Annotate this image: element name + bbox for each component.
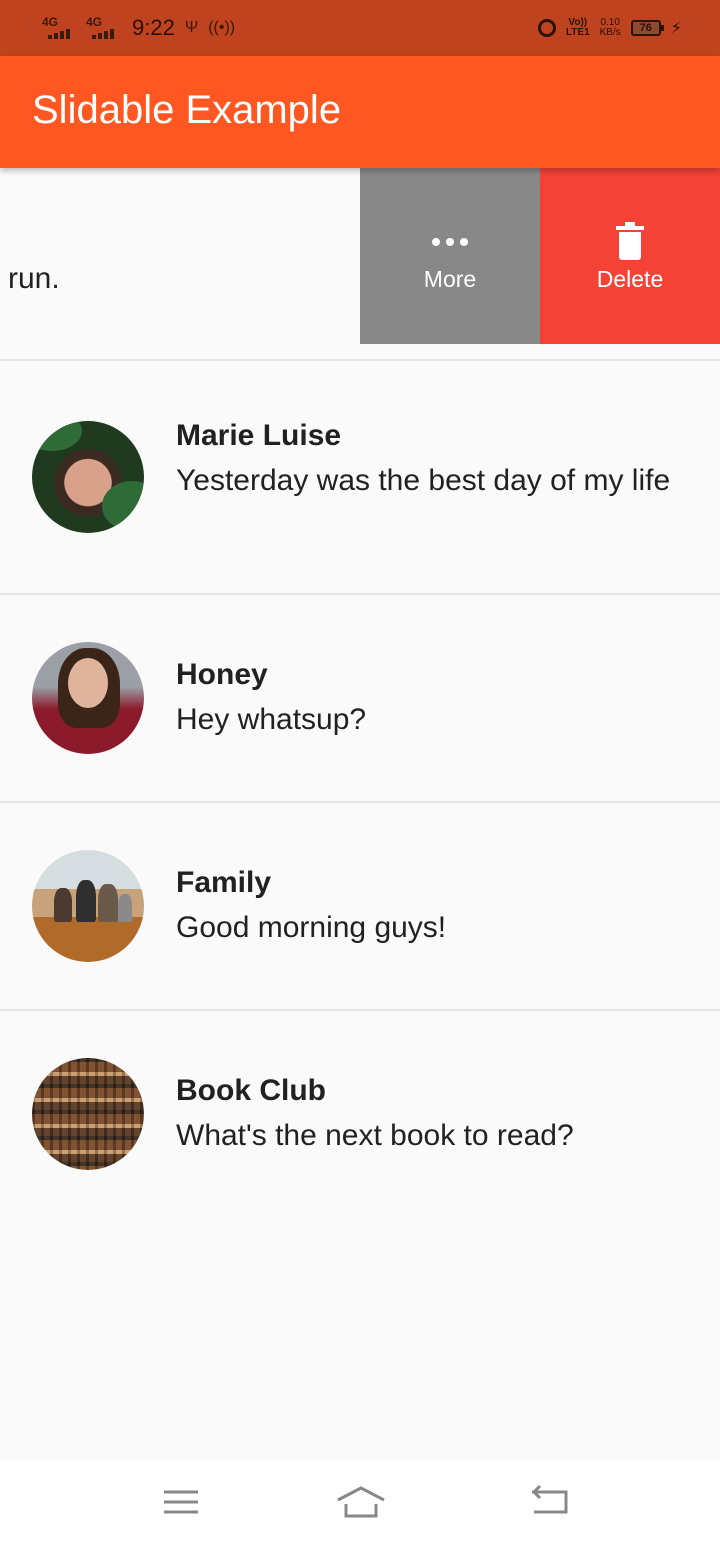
signal-2-label: 4G [86,15,103,29]
message-preview: Hey whatsup? [176,703,367,736]
contact-name: Book Club [176,1074,326,1107]
avatar-marie-luise [32,421,144,533]
home-icon[interactable] [336,1484,386,1520]
back-icon[interactable] [530,1484,570,1520]
more-horiz-icon [432,238,468,246]
list-item[interactable]: Book Club What's the next book to read? [0,1011,720,1217]
contact-name: Honey [176,658,268,691]
contact-name: Marie Luise [176,419,342,452]
status-bar: 4G 4G 9:22 Ψ ((•)) Vo)) LTE1 0.10 KB/s 7… [0,0,720,56]
delete-icon [616,222,644,260]
volte-line2: LTE1 [565,27,590,38]
signal-1-icon: 4G [40,15,74,41]
alarm-icon [537,19,556,37]
slidable-item-open[interactable]: run. More Delete [0,168,720,344]
app-bar: Slidable Example [0,56,720,168]
list-item[interactable]: Honey Hey whatsup? [0,595,720,801]
message-preview: Yesterday was the best day of my life [176,464,671,497]
battery-level: 76 [639,22,652,34]
list-item[interactable]: Marie Luise Yesterday was the best day o… [0,361,720,593]
avatar-book-club [32,1058,144,1170]
network-speed: 0.10 KB/s [600,18,621,38]
status-right: Vo)) LTE1 0.10 KB/s 76 ⚡ [537,14,682,42]
message-preview: What's the next book to read? [176,1119,574,1152]
avatar-honey [32,642,144,754]
usb-icon: Ψ [184,19,199,36]
more-action-label: More [423,266,477,292]
signal-2-icon: 4G [84,15,118,41]
contact-name: Family [176,866,272,899]
speed-unit: KB/s [599,27,621,38]
menu-icon[interactable] [162,1484,202,1520]
delete-action-label: Delete [596,266,664,292]
slid-item-text: run. [8,262,60,295]
more-action-button[interactable]: More [360,168,540,344]
status-left: 4G 4G 9:22 Ψ ((•)) [40,12,235,44]
volte-indicator: Vo)) LTE1 [566,18,590,38]
hotspot-icon: ((•)) [208,19,236,36]
message-preview: Good morning guys! [176,911,447,944]
signal-1-label: 4G [42,15,59,29]
list-item[interactable]: Family Good morning guys! [0,803,720,1009]
page-title: Slidable Example [32,88,342,132]
battery-icon: 76 [630,20,664,36]
clock: 9:22 [132,15,175,40]
delete-action-button[interactable]: Delete [540,168,720,344]
avatar-family [32,850,144,962]
charging-icon: ⚡ [670,20,682,37]
system-nav-bar [0,1460,720,1544]
